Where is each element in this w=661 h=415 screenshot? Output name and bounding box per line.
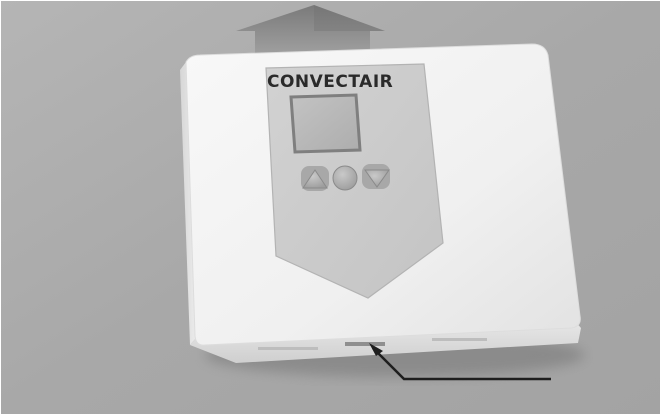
circle-icon: [332, 165, 358, 191]
photo-frame: CONVECTAIR: [0, 0, 661, 415]
thermostat-photo: CONVECTAIR: [0, 0, 661, 415]
up-button[interactable]: [301, 166, 329, 191]
lcd-display: [289, 93, 362, 154]
select-button[interactable]: [332, 165, 358, 191]
brand-logo-text: CONVECTAIR: [267, 72, 393, 92]
down-button[interactable]: [362, 164, 390, 189]
